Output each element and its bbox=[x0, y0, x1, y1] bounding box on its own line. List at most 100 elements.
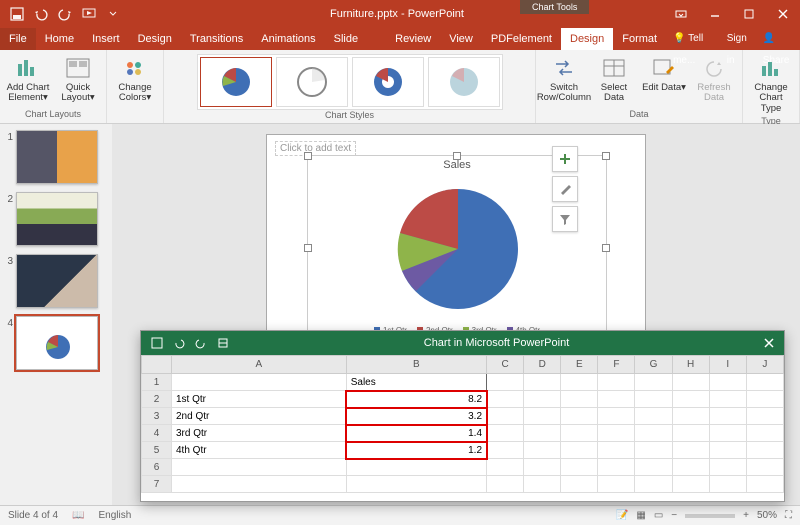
cell[interactable] bbox=[746, 476, 783, 493]
tab-pdfelement[interactable]: PDFelement bbox=[482, 28, 561, 50]
zoom-out-button[interactable]: − bbox=[671, 510, 677, 521]
slide-thumbnails[interactable]: 1 2 3 4 bbox=[0, 124, 112, 505]
ribbon-options-icon[interactable] bbox=[664, 0, 698, 28]
tab-insert[interactable]: Insert bbox=[83, 28, 129, 50]
slide-thumb-3[interactable] bbox=[16, 254, 98, 308]
row-header[interactable]: 5 bbox=[142, 442, 172, 459]
cell[interactable] bbox=[598, 442, 635, 459]
cell[interactable] bbox=[709, 476, 746, 493]
normal-view-button[interactable]: ▦ bbox=[636, 510, 645, 521]
cell[interactable]: 1.2 bbox=[346, 442, 486, 459]
tab-file[interactable]: File bbox=[0, 28, 36, 50]
cell[interactable]: 3.2 bbox=[346, 408, 486, 425]
row-header[interactable]: 1 bbox=[142, 374, 172, 391]
cell[interactable] bbox=[524, 459, 561, 476]
cell[interactable] bbox=[635, 391, 672, 408]
excel-undo-icon[interactable] bbox=[169, 333, 189, 353]
cell[interactable] bbox=[672, 408, 709, 425]
cell[interactable] bbox=[746, 459, 783, 476]
cell[interactable] bbox=[746, 374, 783, 391]
tab-design[interactable]: Design bbox=[129, 28, 181, 50]
cell[interactable]: 1.4 bbox=[346, 425, 486, 442]
zoom-in-button[interactable]: + bbox=[743, 510, 749, 521]
fit-to-window-button[interactable]: ⛶ bbox=[785, 510, 792, 521]
edit-data-button[interactable]: Edit Data▾ bbox=[640, 54, 688, 95]
close-button[interactable] bbox=[766, 0, 800, 28]
zoom-level[interactable]: 50% bbox=[757, 510, 777, 521]
chart-filters-button[interactable] bbox=[552, 206, 578, 232]
cell[interactable] bbox=[709, 425, 746, 442]
cell[interactable] bbox=[524, 408, 561, 425]
chart-style-2[interactable] bbox=[276, 57, 348, 107]
cell[interactable] bbox=[672, 374, 709, 391]
cell[interactable] bbox=[561, 476, 598, 493]
chart-data-grid-window[interactable]: Chart in Microsoft PowerPoint A B C D E … bbox=[140, 330, 785, 502]
sign-in[interactable]: Sign in bbox=[720, 28, 756, 50]
cell[interactable] bbox=[598, 425, 635, 442]
cell[interactable] bbox=[524, 442, 561, 459]
col-header[interactable]: D bbox=[524, 356, 561, 374]
cell[interactable] bbox=[172, 374, 347, 391]
cell[interactable] bbox=[635, 408, 672, 425]
col-header[interactable]: B bbox=[346, 356, 486, 374]
col-header[interactable]: C bbox=[487, 356, 524, 374]
cell[interactable]: 3rd Qtr bbox=[172, 425, 347, 442]
cell[interactable] bbox=[487, 408, 524, 425]
cell[interactable] bbox=[635, 425, 672, 442]
excel-close-button[interactable] bbox=[754, 337, 784, 349]
zoom-slider[interactable] bbox=[685, 514, 735, 518]
change-colors-button[interactable]: Change Colors▾ bbox=[111, 54, 159, 106]
chart-elements-button[interactable] bbox=[552, 146, 578, 172]
cell[interactable] bbox=[561, 425, 598, 442]
cell[interactable] bbox=[598, 391, 635, 408]
cell[interactable] bbox=[635, 459, 672, 476]
slideshow-view-button[interactable]: ▭ bbox=[654, 510, 663, 521]
cell[interactable] bbox=[635, 374, 672, 391]
cell[interactable] bbox=[672, 476, 709, 493]
redo-icon[interactable] bbox=[54, 3, 76, 25]
col-header[interactable]: A bbox=[172, 356, 347, 374]
cell[interactable] bbox=[746, 425, 783, 442]
notes-button[interactable]: 📝 bbox=[616, 510, 628, 521]
tab-slideshow[interactable]: Slide Show bbox=[325, 28, 386, 50]
cell[interactable] bbox=[487, 425, 524, 442]
cell[interactable] bbox=[561, 391, 598, 408]
cell[interactable] bbox=[635, 442, 672, 459]
cell[interactable] bbox=[598, 476, 635, 493]
tell-me[interactable]: 💡 Tell me... bbox=[666, 28, 720, 50]
cell[interactable] bbox=[672, 391, 709, 408]
cell[interactable] bbox=[672, 425, 709, 442]
cell[interactable]: 2nd Qtr bbox=[172, 408, 347, 425]
save-icon[interactable] bbox=[6, 3, 28, 25]
resize-handle[interactable] bbox=[602, 152, 610, 160]
corner-cell[interactable] bbox=[142, 356, 172, 374]
chart-style-4[interactable] bbox=[428, 57, 500, 107]
tab-chart-format[interactable]: Format bbox=[613, 28, 666, 50]
cell[interactable] bbox=[561, 442, 598, 459]
excel-redo-icon[interactable] bbox=[191, 333, 211, 353]
cell[interactable] bbox=[672, 442, 709, 459]
cell[interactable]: 8.2 bbox=[346, 391, 486, 408]
cell[interactable] bbox=[487, 476, 524, 493]
cell[interactable] bbox=[709, 408, 746, 425]
tab-view[interactable]: View bbox=[440, 28, 482, 50]
cell[interactable] bbox=[524, 476, 561, 493]
cell[interactable] bbox=[598, 408, 635, 425]
cell[interactable] bbox=[672, 459, 709, 476]
cell[interactable] bbox=[746, 391, 783, 408]
tab-review[interactable]: Review bbox=[386, 28, 440, 50]
cell[interactable]: 4th Qtr bbox=[172, 442, 347, 459]
cell[interactable]: 1st Qtr bbox=[172, 391, 347, 408]
row-header[interactable]: 6 bbox=[142, 459, 172, 476]
cell[interactable] bbox=[709, 391, 746, 408]
resize-handle[interactable] bbox=[304, 152, 312, 160]
col-header[interactable]: G bbox=[635, 356, 672, 374]
excel-save-icon[interactable] bbox=[147, 333, 167, 353]
spellcheck-icon[interactable]: 📖 bbox=[72, 510, 84, 521]
cell[interactable] bbox=[709, 442, 746, 459]
undo-icon[interactable] bbox=[30, 3, 52, 25]
chart-style-3[interactable] bbox=[352, 57, 424, 107]
cell[interactable] bbox=[487, 374, 524, 391]
cell[interactable] bbox=[487, 391, 524, 408]
cell[interactable] bbox=[524, 391, 561, 408]
